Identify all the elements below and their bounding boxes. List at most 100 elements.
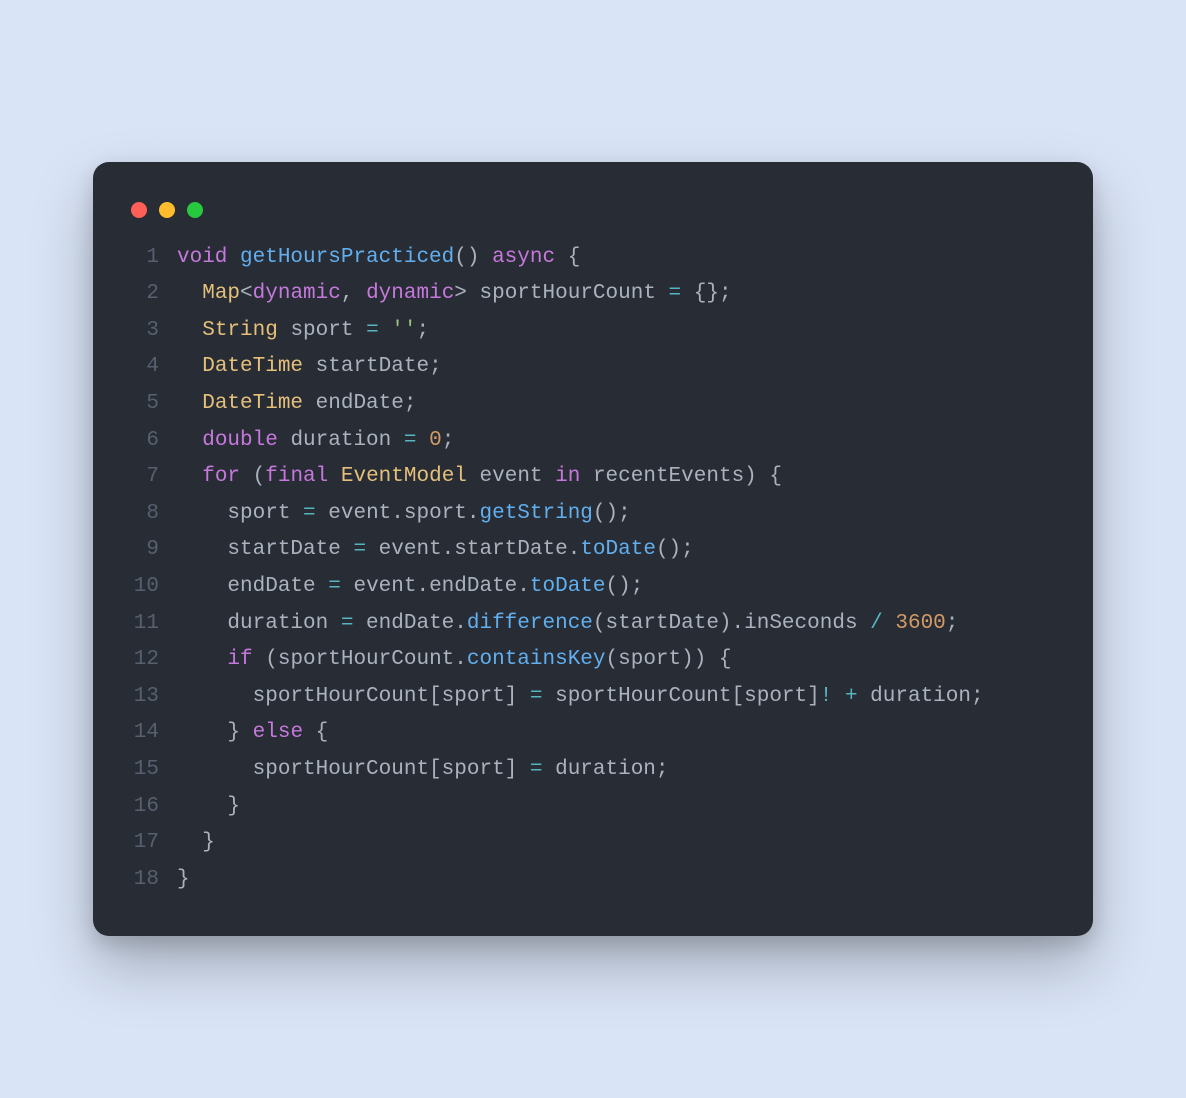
line-number: 11 (127, 606, 159, 643)
code-token: endDate; (303, 392, 416, 415)
code-token: = (530, 758, 543, 781)
code-line: } (177, 862, 1059, 899)
code-line: double duration = 0; (177, 423, 1059, 460)
line-number: 15 (127, 752, 159, 789)
code-token: containsKey (467, 648, 606, 671)
code-token: double (202, 429, 278, 452)
code-token: = (366, 319, 379, 342)
code-token: = (669, 282, 682, 305)
close-icon[interactable] (131, 202, 147, 218)
code-line: } (177, 825, 1059, 862)
code-token: ( (240, 465, 265, 488)
code-line: sport = event.sport.getString(); (177, 496, 1059, 533)
code-token: duration (278, 429, 404, 452)
code-line: if (sportHourCount.containsKey(sport)) { (177, 642, 1059, 679)
code-token: for (202, 465, 240, 488)
code-token (177, 648, 227, 671)
maximize-icon[interactable] (187, 202, 203, 218)
code-token: 0 (429, 429, 442, 452)
code-token: DateTime (202, 355, 303, 378)
code-token: sport (177, 502, 303, 525)
code-token: duration (177, 612, 341, 635)
line-number: 8 (127, 496, 159, 533)
line-number-gutter: 123456789101112131415161718 (127, 240, 159, 899)
code-token: async (492, 246, 555, 269)
code-token (379, 319, 392, 342)
code-token (177, 429, 202, 452)
window-controls (127, 196, 1059, 240)
code-token: > sportHourCount (454, 282, 668, 305)
code-token: } (177, 868, 190, 891)
code-token: (); (606, 575, 644, 598)
code-token (177, 319, 202, 342)
line-number: 3 (127, 313, 159, 350)
code-line: String sport = ''; (177, 313, 1059, 350)
line-number: 7 (127, 459, 159, 496)
line-number: 12 (127, 642, 159, 679)
line-number: 9 (127, 532, 159, 569)
code-token: sport (278, 319, 366, 342)
code-token: ; (946, 612, 959, 635)
code-token: recentEvents) { (580, 465, 782, 488)
code-token (832, 685, 845, 708)
code-token: if (227, 648, 252, 671)
code-token: ; (442, 429, 455, 452)
code-token: difference (467, 612, 593, 635)
code-token: (sportHourCount. (253, 648, 467, 671)
code-token: sportHourCount[sport] (177, 758, 530, 781)
line-number: 14 (127, 715, 159, 752)
code-token: , (341, 282, 366, 305)
code-line: for (final EventModel event in recentEve… (177, 459, 1059, 496)
code-line: } else { (177, 715, 1059, 752)
code-token (328, 465, 341, 488)
line-number: 10 (127, 569, 159, 606)
code-token: (startDate).inSeconds (593, 612, 870, 635)
code-token: < (240, 282, 253, 305)
line-number: 18 (127, 862, 159, 899)
code-token: {}; (681, 282, 731, 305)
code-token (416, 429, 429, 452)
code-token: duration; (542, 758, 668, 781)
code-area: 123456789101112131415161718 void getHour… (127, 240, 1059, 899)
code-token: { (555, 246, 580, 269)
code-token: sportHourCount[sport] (177, 685, 530, 708)
code-token: event.sport. (316, 502, 480, 525)
code-content[interactable]: void getHoursPracticed() async { Map<dyn… (177, 240, 1059, 899)
code-token (177, 355, 202, 378)
code-token: DateTime (202, 392, 303, 415)
code-window: 123456789101112131415161718 void getHour… (93, 162, 1093, 937)
code-token (883, 612, 896, 635)
code-token: toDate (580, 538, 656, 561)
code-token (177, 392, 202, 415)
code-token: + (845, 685, 858, 708)
code-token: = (353, 538, 366, 561)
code-token: = (530, 685, 543, 708)
code-token: 3600 (895, 612, 945, 635)
code-token: event.startDate. (366, 538, 580, 561)
code-line: startDate = event.startDate.toDate(); (177, 532, 1059, 569)
code-token: ! (820, 685, 833, 708)
code-token: sportHourCount[sport] (542, 685, 819, 708)
line-number: 2 (127, 276, 159, 313)
line-number: 5 (127, 386, 159, 423)
code-token: } (177, 721, 253, 744)
code-line: endDate = event.endDate.toDate(); (177, 569, 1059, 606)
code-token: void (177, 246, 240, 269)
line-number: 4 (127, 349, 159, 386)
code-token: / (870, 612, 883, 635)
code-token: (); (593, 502, 631, 525)
code-token: in (555, 465, 580, 488)
code-token: dynamic (253, 282, 341, 305)
code-token: (); (656, 538, 694, 561)
code-token: Map (202, 282, 240, 305)
code-token: startDate; (303, 355, 442, 378)
code-token: startDate (177, 538, 353, 561)
code-token: getHoursPracticed (240, 246, 454, 269)
code-token: } (177, 831, 215, 854)
code-line: Map<dynamic, dynamic> sportHourCount = {… (177, 276, 1059, 313)
minimize-icon[interactable] (159, 202, 175, 218)
code-token: = (404, 429, 417, 452)
code-line: DateTime endDate; (177, 386, 1059, 423)
code-token: dynamic (366, 282, 454, 305)
code-token (177, 465, 202, 488)
